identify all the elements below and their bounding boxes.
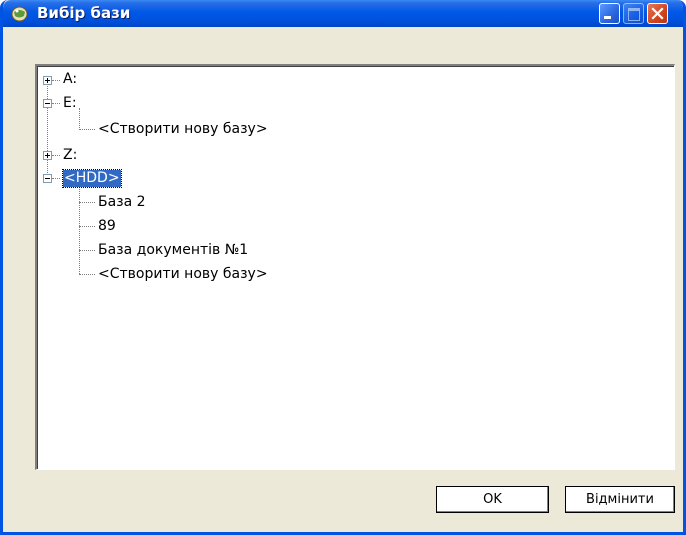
tree-node-drive-e[interactable]: E:	[63, 95, 77, 112]
app-icon	[11, 6, 28, 22]
close-icon	[651, 7, 664, 20]
tree-line	[79, 129, 95, 130]
tree-node-hdd[interactable]: <HDD>	[62, 169, 122, 188]
tree-line	[52, 155, 60, 156]
title-bar[interactable]: Вибір бази	[3, 0, 683, 27]
ok-button[interactable]: OK	[436, 486, 549, 513]
tree-node-database[interactable]: База 2	[98, 194, 146, 211]
dialog-window: Вибір бази A: E: <Створити нову базу> Z:…	[0, 0, 686, 535]
tree-node-database[interactable]: 89	[98, 218, 116, 235]
tree-line	[79, 108, 80, 130]
database-tree[interactable]: A: E: <Створити нову базу> Z: <HDD> База…	[35, 64, 675, 470]
tree-line	[47, 80, 48, 179]
window-title: Вибір бази	[37, 4, 131, 22]
expand-icon[interactable]	[43, 76, 52, 85]
tree-line	[52, 80, 60, 81]
collapse-icon[interactable]	[43, 99, 52, 108]
cancel-button[interactable]: Відмінити	[565, 486, 675, 513]
tree-line	[79, 250, 95, 251]
expand-icon[interactable]	[43, 151, 52, 160]
maximize-button	[623, 3, 644, 24]
close-button[interactable]	[647, 3, 668, 24]
tree-line	[79, 226, 95, 227]
tree-line	[52, 103, 60, 104]
minimize-button[interactable]	[599, 3, 620, 24]
tree-node-create-new-db[interactable]: <Створити нову базу>	[98, 266, 268, 283]
tree-node-drive-a[interactable]: A:	[63, 71, 77, 88]
tree-line	[79, 202, 95, 203]
tree-node-drive-z[interactable]: Z:	[63, 147, 77, 164]
tree-node-database[interactable]: База документів №1	[98, 242, 248, 259]
tree-line	[79, 274, 95, 275]
tree-line	[52, 178, 60, 179]
tree-line	[79, 183, 80, 274]
tree-node-create-new-db[interactable]: <Створити нову базу>	[98, 121, 268, 138]
collapse-icon[interactable]	[43, 174, 52, 183]
